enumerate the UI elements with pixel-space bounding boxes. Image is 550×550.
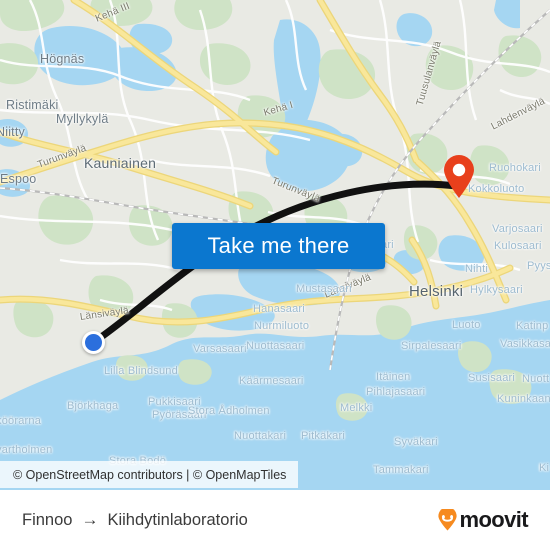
take-me-there-button[interactable]: Take me there xyxy=(172,223,385,269)
moovit-wordmark: moovit xyxy=(459,507,528,532)
destination-pin-icon[interactable] xyxy=(443,155,475,199)
destination-label: Kiihdytinlaboratorio xyxy=(107,510,248,529)
map-canvas[interactable]: Kehä III Högnäs Ristimäki Myllykylä Niitty Ke… xyxy=(0,0,550,490)
attribution-text: © OpenStreetMap contributors | © OpenMap… xyxy=(13,467,287,482)
moovit-logo[interactable]: moovit xyxy=(438,507,529,533)
footer-bar: Finnoo → Kiihdytinlaboratorio moovit xyxy=(0,490,550,550)
route-summary: Finnoo → Kiihdytinlaboratorio xyxy=(22,510,248,530)
origin-label: Finnoo xyxy=(22,510,73,529)
map-attribution: © OpenStreetMap contributors | © OpenMap… xyxy=(0,461,299,488)
arrow-right-icon: → xyxy=(81,510,99,529)
moovit-route-map-card: Kehä III Högnäs Ristimäki Myllykylä Niitty Ke… xyxy=(0,0,550,550)
origin-dot-icon[interactable] xyxy=(82,331,105,354)
moovit-pin-icon xyxy=(438,509,458,531)
